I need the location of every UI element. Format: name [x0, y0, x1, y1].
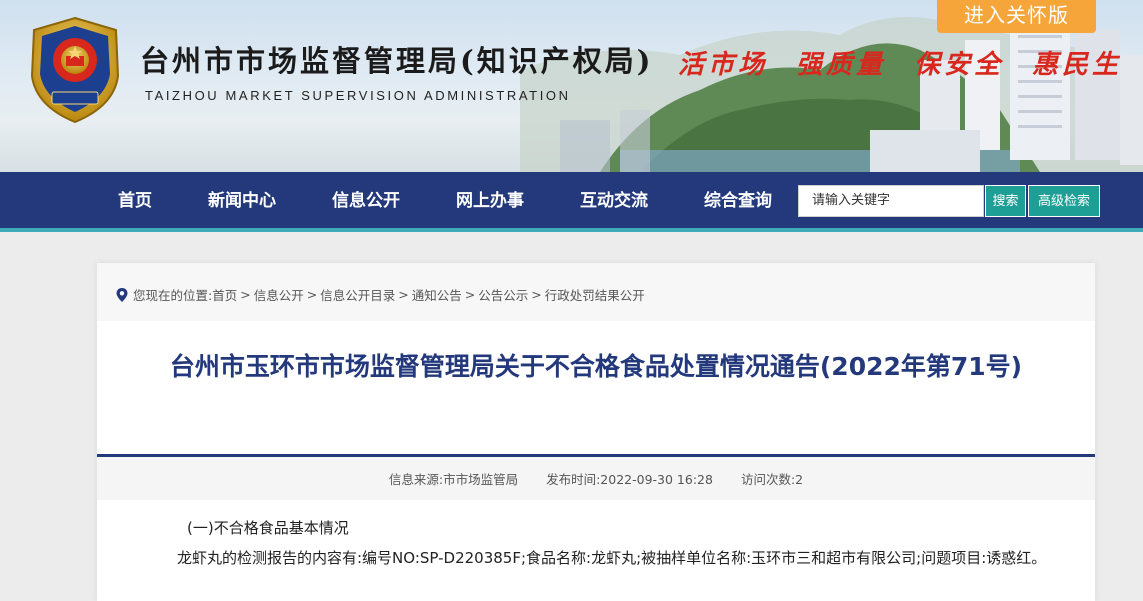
breadcrumb-separator: > — [398, 287, 409, 302]
search-button[interactable]: 搜索 — [985, 185, 1026, 217]
article-title-area: 台州市玉环市市场监督管理局关于不合格食品处置情况通告(2022年第71号) — [97, 321, 1095, 454]
breadcrumb-link[interactable]: 行政处罚结果公开 — [545, 285, 645, 304]
care-version-button[interactable]: 进入关怀版 — [937, 0, 1096, 33]
slogan-text: 惠民生 — [1032, 50, 1123, 80]
breadcrumb-link[interactable]: 信息公开目录 — [320, 285, 395, 304]
nav-item-query[interactable]: 综合查询 — [686, 172, 790, 230]
breadcrumb-link[interactable]: 公告公示 — [478, 285, 528, 304]
search-input[interactable]: 请输入关键字 — [798, 185, 984, 217]
slogan-group: 活市场 强质量 保安全 惠民生 — [678, 44, 1122, 81]
breadcrumb-separator: > — [306, 287, 318, 302]
breadcrumb-separator: > — [240, 287, 251, 302]
main-nav: 首页 新闻中心 信息公开 网上办事 互动交流 综合查询 请输入关键字 搜索 高级… — [0, 172, 1143, 230]
meta-published-time: 发布时间:2022-09-30 16:28 — [546, 472, 713, 487]
slogan-text: 活市场 — [678, 50, 769, 80]
meta-source: 信息来源:市市场监管局 — [388, 472, 519, 487]
article-meta-bar: 信息来源:市市场监管局 发布时间:2022-09-30 16:28 访问次数:2 — [97, 454, 1095, 500]
nav-accent-strip — [0, 228, 1143, 232]
nav-item-online-services[interactable]: 网上办事 — [438, 172, 542, 230]
slogan-text: 保安全 — [914, 50, 1005, 80]
breadcrumb-link[interactable]: 首页 — [212, 285, 237, 304]
advanced-search-button[interactable]: 高级检索 — [1028, 185, 1100, 217]
breadcrumb-prefix: 您现在的位置: — [133, 288, 213, 303]
section-heading: (一)不合格食品基本情况 — [187, 519, 349, 537]
article-title: 台州市玉环市市场监督管理局关于不合格食品处置情况通告(2022年第71号) — [169, 352, 1023, 381]
slogan-text: 强质量 — [796, 50, 887, 80]
nav-item-home[interactable]: 首页 — [100, 172, 170, 230]
site-subtitle: TAIZHOU MARKET SUPERVISION ADMINISTRATIO… — [145, 88, 571, 103]
article-body: (一)不合格食品基本情况 龙虾丸的检测报告的内容有:编号NO:SP-D22038… — [147, 513, 1047, 573]
breadcrumb-bar: 您现在的位置: 首页 > 信息公开 > 信息公开目录 > 通知公告 > 公告公示 > 行政… — [97, 263, 1095, 321]
breadcrumb-link[interactable]: 通知公告 — [412, 285, 462, 304]
header-banner: 台州市市场监督管理局(知识产权局) TAIZHOU MARKET SUPERVI… — [0, 0, 1143, 172]
breadcrumb: 您现在的位置: 首页 > 信息公开 > 信息公开目录 > 通知公告 > 公告公示 > 行政… — [115, 285, 645, 304]
nav-item-info-disclosure[interactable]: 信息公开 — [314, 172, 418, 230]
breadcrumb-separator: > — [531, 287, 542, 302]
article-meta: 信息来源:市市场监管局 发布时间:2022-09-30 16:28 访问次数:2 — [97, 469, 1095, 488]
location-pin-icon — [116, 287, 128, 302]
site-title: 台州市市场监督管理局(知识产权局) — [140, 44, 654, 78]
breadcrumb-separator: > — [464, 287, 476, 302]
meta-visit-count: 访问次数:2 — [740, 472, 804, 487]
emblem-logo — [30, 16, 120, 124]
breadcrumb-link[interactable]: 信息公开 — [254, 285, 304, 304]
nav-item-interaction[interactable]: 互动交流 — [562, 172, 666, 230]
nav-item-news[interactable]: 新闻中心 — [190, 172, 294, 230]
nav-menu: 首页 新闻中心 信息公开 网上办事 互动交流 综合查询 — [100, 172, 810, 230]
article-card: 您现在的位置: 首页 > 信息公开 > 信息公开目录 > 通知公告 > 公告公示 > 行政… — [97, 263, 1095, 601]
article-paragraph: 龙虾丸的检测报告的内容有:编号NO:SP-D220385F;食品名称:龙虾丸;被… — [177, 549, 1047, 567]
